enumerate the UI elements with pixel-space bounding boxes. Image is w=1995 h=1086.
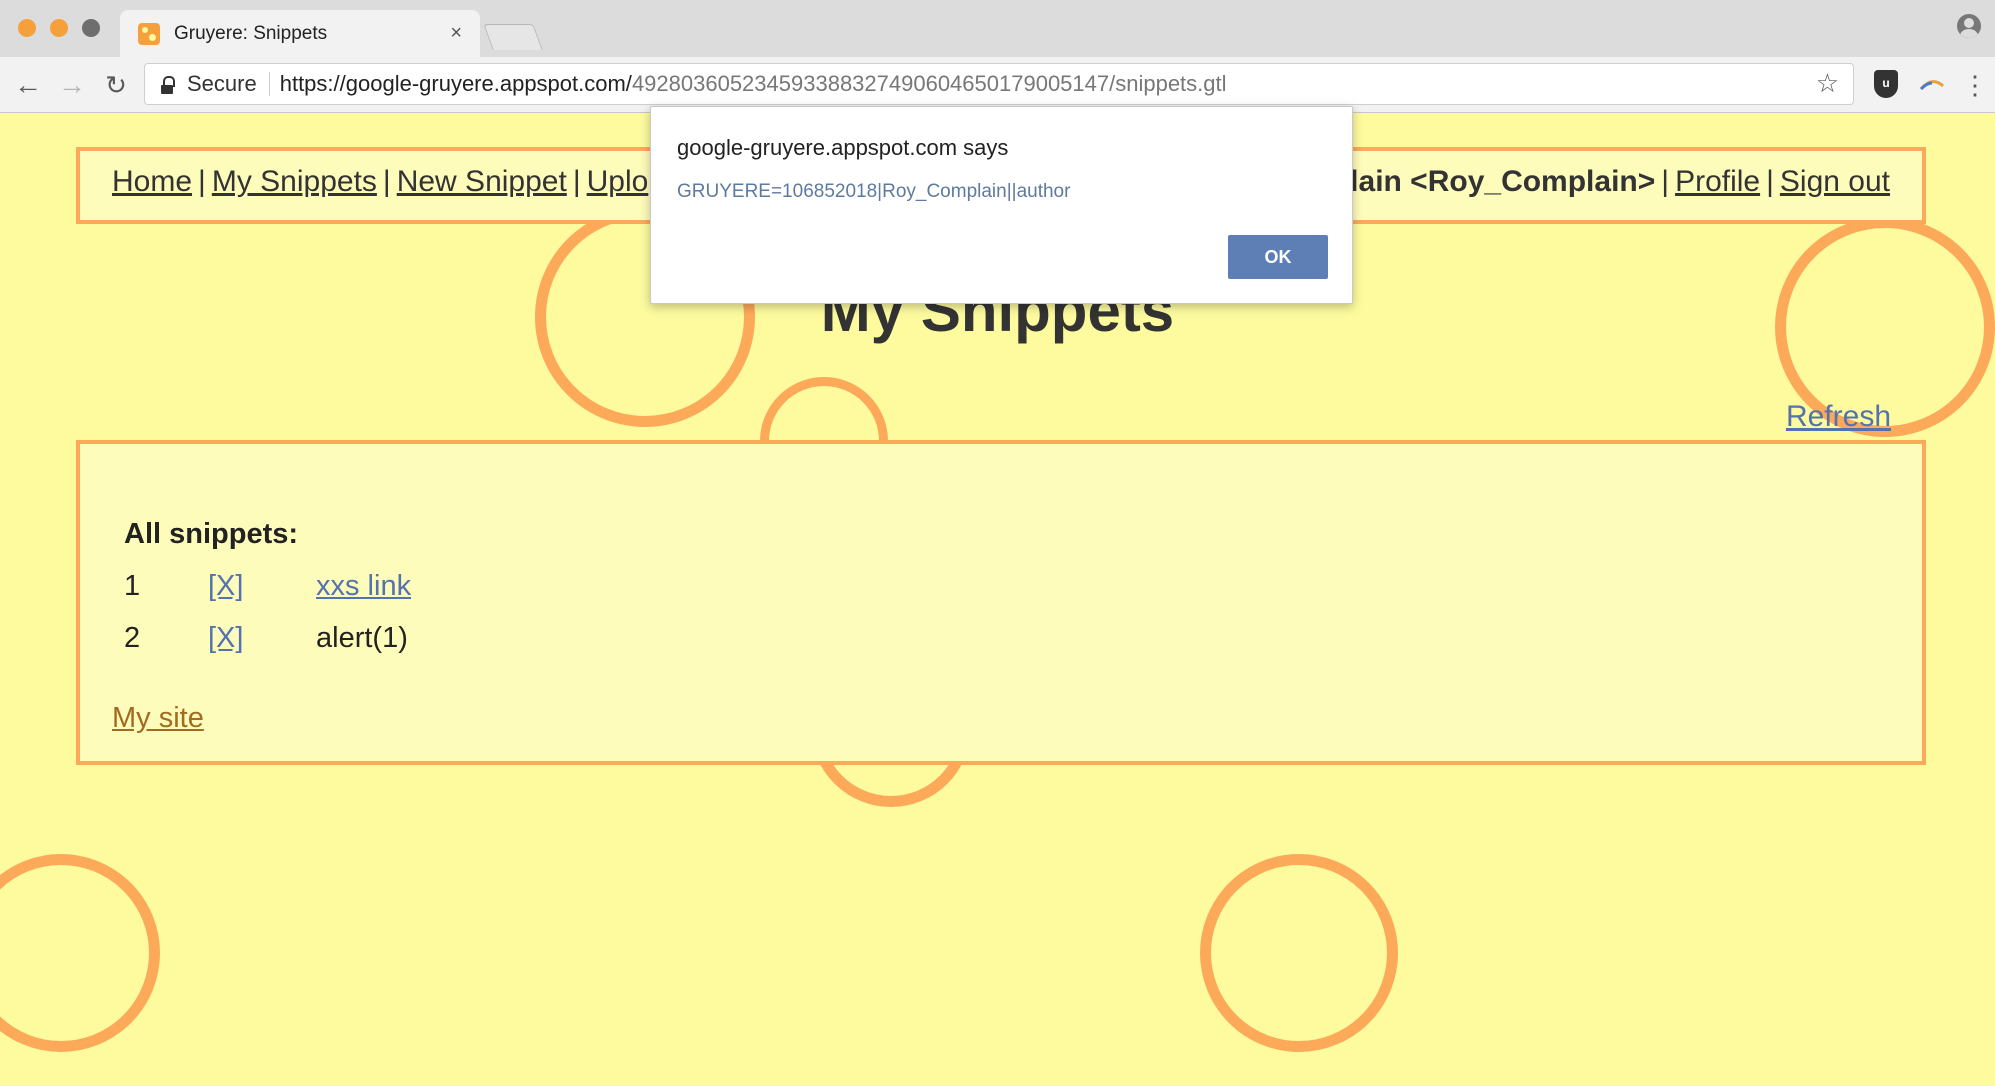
menu-left-links: Home | My Snippets | New Snippet | Uplo <box>112 165 648 199</box>
url-host: https://google-gruyere.appspot.com/ <box>279 71 632 96</box>
ok-button[interactable]: OK <box>1228 235 1328 279</box>
new-tab-button[interactable] <box>483 24 543 50</box>
snippets-heading: All snippets: <box>124 518 299 550</box>
menu-separator: | <box>382 165 391 198</box>
menu-home-link[interactable]: Home <box>112 165 192 198</box>
snippet-number: 1 <box>124 570 141 602</box>
menu-user-name: plain <Roy_Complain> <box>1331 165 1656 198</box>
browser-tabstrip: Gruyere: Snippets × <box>0 0 1995 57</box>
menu-right-links: plain <Roy_Complain> | Profile | Sign out <box>1332 165 1890 199</box>
snippets-panel: All snippets: 1 [X] xxs link 2 [X] alert… <box>76 440 1926 765</box>
delete-snippet-button[interactable]: [X] <box>208 622 243 655</box>
snippet-text: alert(1) <box>316 622 408 654</box>
secure-label: Secure <box>187 71 257 96</box>
address-bar[interactable]: Secure https://google-gruyere.appspot.co… <box>144 63 1854 105</box>
tab-close-icon[interactable]: × <box>450 22 462 45</box>
minimize-window-button[interactable] <box>50 19 68 37</box>
extension-arc-icon[interactable] <box>1918 74 1946 94</box>
active-tab[interactable]: Gruyere: Snippets × <box>120 10 480 57</box>
reload-button[interactable]: ↻ <box>100 69 132 101</box>
dialog-origin-text: google-gruyere.appspot.com says <box>677 135 1009 160</box>
browser-toolbar: ← → ↻ Secure https://google-gruyere.apps… <box>0 57 1995 113</box>
menu-my-snippets-link[interactable]: My Snippets <box>212 165 377 198</box>
alert-dialog: google-gruyere.appspot.com says GRUYERE=… <box>650 106 1353 304</box>
close-window-button[interactable] <box>18 19 36 37</box>
dialog-message: GRUYERE=106852018|Roy_Complain||author <box>677 181 1071 202</box>
gruyere-favicon <box>138 22 160 45</box>
omnibox-divider <box>268 72 270 96</box>
menu-separator: | <box>572 165 581 198</box>
forward-button[interactable]: → <box>56 69 88 101</box>
maximize-window-button[interactable] <box>82 19 100 37</box>
my-site-link[interactable]: My site <box>112 702 204 735</box>
snippet-link[interactable]: xxs link <box>316 570 411 603</box>
refresh-link[interactable]: Refresh <box>1786 400 1891 434</box>
bookmark-star-icon[interactable]: ☆ <box>1816 68 1839 99</box>
decorative-circle <box>1200 854 1398 1052</box>
profile-icon[interactable] <box>1957 14 1981 38</box>
delete-snippet-button[interactable]: [X] <box>208 570 243 603</box>
menu-separator: | <box>1766 165 1774 198</box>
menu-new-snippet-link[interactable]: New Snippet <box>397 165 567 198</box>
url-path: 492803605234593388327490604650179005147/… <box>631 71 1227 96</box>
menu-sign-out-link[interactable]: Sign out <box>1780 165 1890 198</box>
snippet-number: 2 <box>124 622 141 654</box>
menu-upload-link[interactable]: Uplo <box>587 165 649 198</box>
decorative-circle <box>0 854 160 1052</box>
lock-icon <box>161 75 175 94</box>
menu-profile-link[interactable]: Profile <box>1675 165 1760 198</box>
back-button[interactable]: ← <box>12 69 44 101</box>
menu-icon[interactable]: ⋮ <box>1962 69 1988 101</box>
menu-separator: | <box>198 165 206 198</box>
tab-title: Gruyere: Snippets <box>174 22 328 44</box>
ublock-icon[interactable]: u <box>1874 70 1898 98</box>
menu-separator: | <box>1661 165 1670 198</box>
